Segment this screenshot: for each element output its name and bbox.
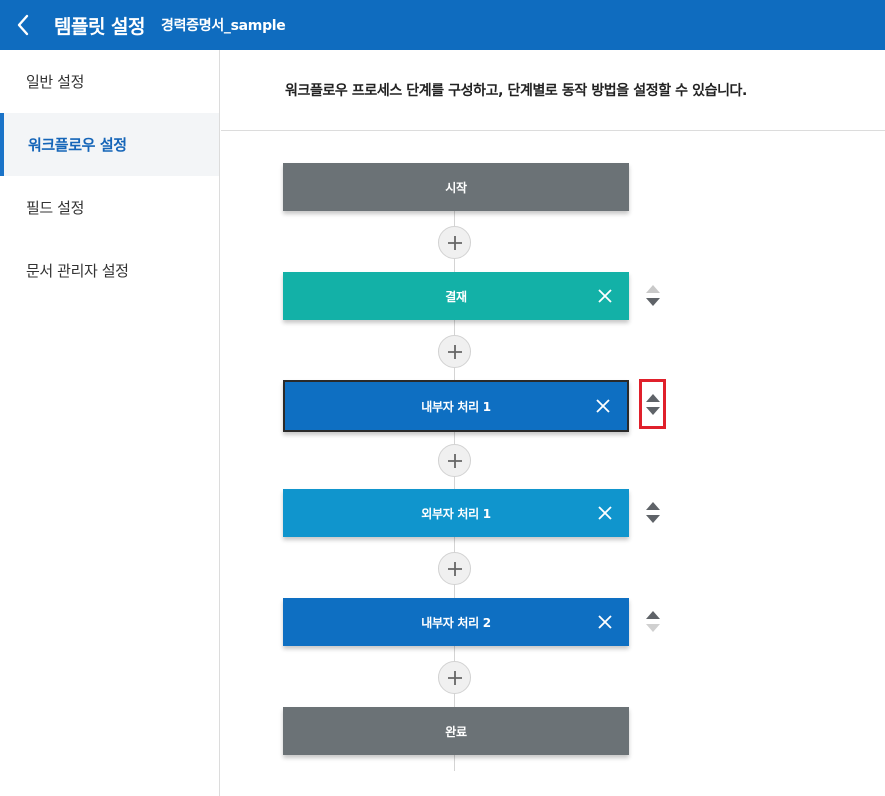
add-step-button[interactable]	[438, 661, 471, 694]
arrow-up-icon[interactable]	[645, 393, 661, 403]
step-order-control	[645, 501, 661, 525]
arrow-down-icon[interactable]	[645, 514, 661, 524]
arrow-down-icon[interactable]	[645, 297, 661, 307]
sidebar-item-document-manager[interactable]: 문서 관리자 설정	[0, 239, 219, 302]
settings-sidebar: 일반 설정 워크플로우 설정 필드 설정 문서 관리자 설정	[0, 50, 220, 796]
workflow-step-external-1[interactable]: 외부자 처리 1	[283, 489, 629, 537]
arrow-up-icon[interactable]	[645, 284, 661, 294]
sidebar-item-fields[interactable]: 필드 설정	[0, 176, 219, 239]
step-order-control	[645, 393, 661, 417]
sidebar-item-workflow[interactable]: 워크플로우 설정	[0, 113, 219, 176]
workflow-step-approval[interactable]: 결재	[283, 272, 629, 320]
arrow-down-icon[interactable]	[645, 623, 661, 633]
template-name: 경력증명서_sample	[161, 18, 286, 34]
step-label: 시작	[445, 180, 467, 195]
add-step-button[interactable]	[438, 444, 471, 477]
remove-step-button[interactable]	[597, 505, 613, 521]
plus-icon	[447, 235, 462, 250]
remove-step-button[interactable]	[595, 398, 611, 414]
workflow-step-internal-2[interactable]: 내부자 처리 2	[283, 598, 629, 646]
close-icon	[596, 399, 610, 413]
step-order-control	[645, 284, 661, 308]
workflow-editor: 시작 결재 내부자 처리 1 외부자 처리 1 내부자 처리 2 완료	[221, 131, 885, 796]
page-title: 템플릿 설정	[54, 15, 146, 38]
step-label: 완료	[445, 724, 467, 739]
step-label: 내부자 처리 2	[421, 615, 491, 630]
step-label: 결재	[445, 289, 467, 304]
step-label: 외부자 처리 1	[421, 506, 491, 521]
plus-icon	[447, 344, 462, 359]
chevron-left-icon	[17, 14, 29, 36]
step-label: 내부자 처리 1	[421, 399, 491, 414]
remove-step-button[interactable]	[597, 614, 613, 630]
plus-icon	[447, 561, 462, 576]
plus-icon	[447, 453, 462, 468]
main-content: 워크플로우 프로세스 단계를 구성하고, 단계별로 동작 방법을 설정할 수 있…	[221, 50, 885, 796]
workflow-step-internal-1[interactable]: 내부자 처리 1	[283, 380, 629, 432]
workflow-step-complete[interactable]: 완료	[283, 707, 629, 755]
app-header: 템플릿 설정 경력증명서_sample	[0, 0, 885, 50]
close-icon	[598, 615, 612, 629]
workflow-step-start[interactable]: 시작	[283, 163, 629, 211]
arrow-up-icon[interactable]	[645, 501, 661, 511]
add-step-button[interactable]	[438, 335, 471, 368]
arrow-up-icon[interactable]	[645, 610, 661, 620]
close-icon	[598, 506, 612, 520]
close-icon	[598, 289, 612, 303]
remove-step-button[interactable]	[597, 288, 613, 304]
plus-icon	[447, 670, 462, 685]
add-step-button[interactable]	[438, 552, 471, 585]
workflow-description: 워크플로우 프로세스 단계를 구성하고, 단계별로 동작 방법을 설정할 수 있…	[221, 50, 885, 131]
sidebar-item-general[interactable]: 일반 설정	[0, 50, 219, 113]
step-order-control	[645, 610, 661, 634]
add-step-button[interactable]	[438, 226, 471, 259]
back-button[interactable]	[0, 0, 46, 50]
arrow-down-icon[interactable]	[645, 406, 661, 416]
